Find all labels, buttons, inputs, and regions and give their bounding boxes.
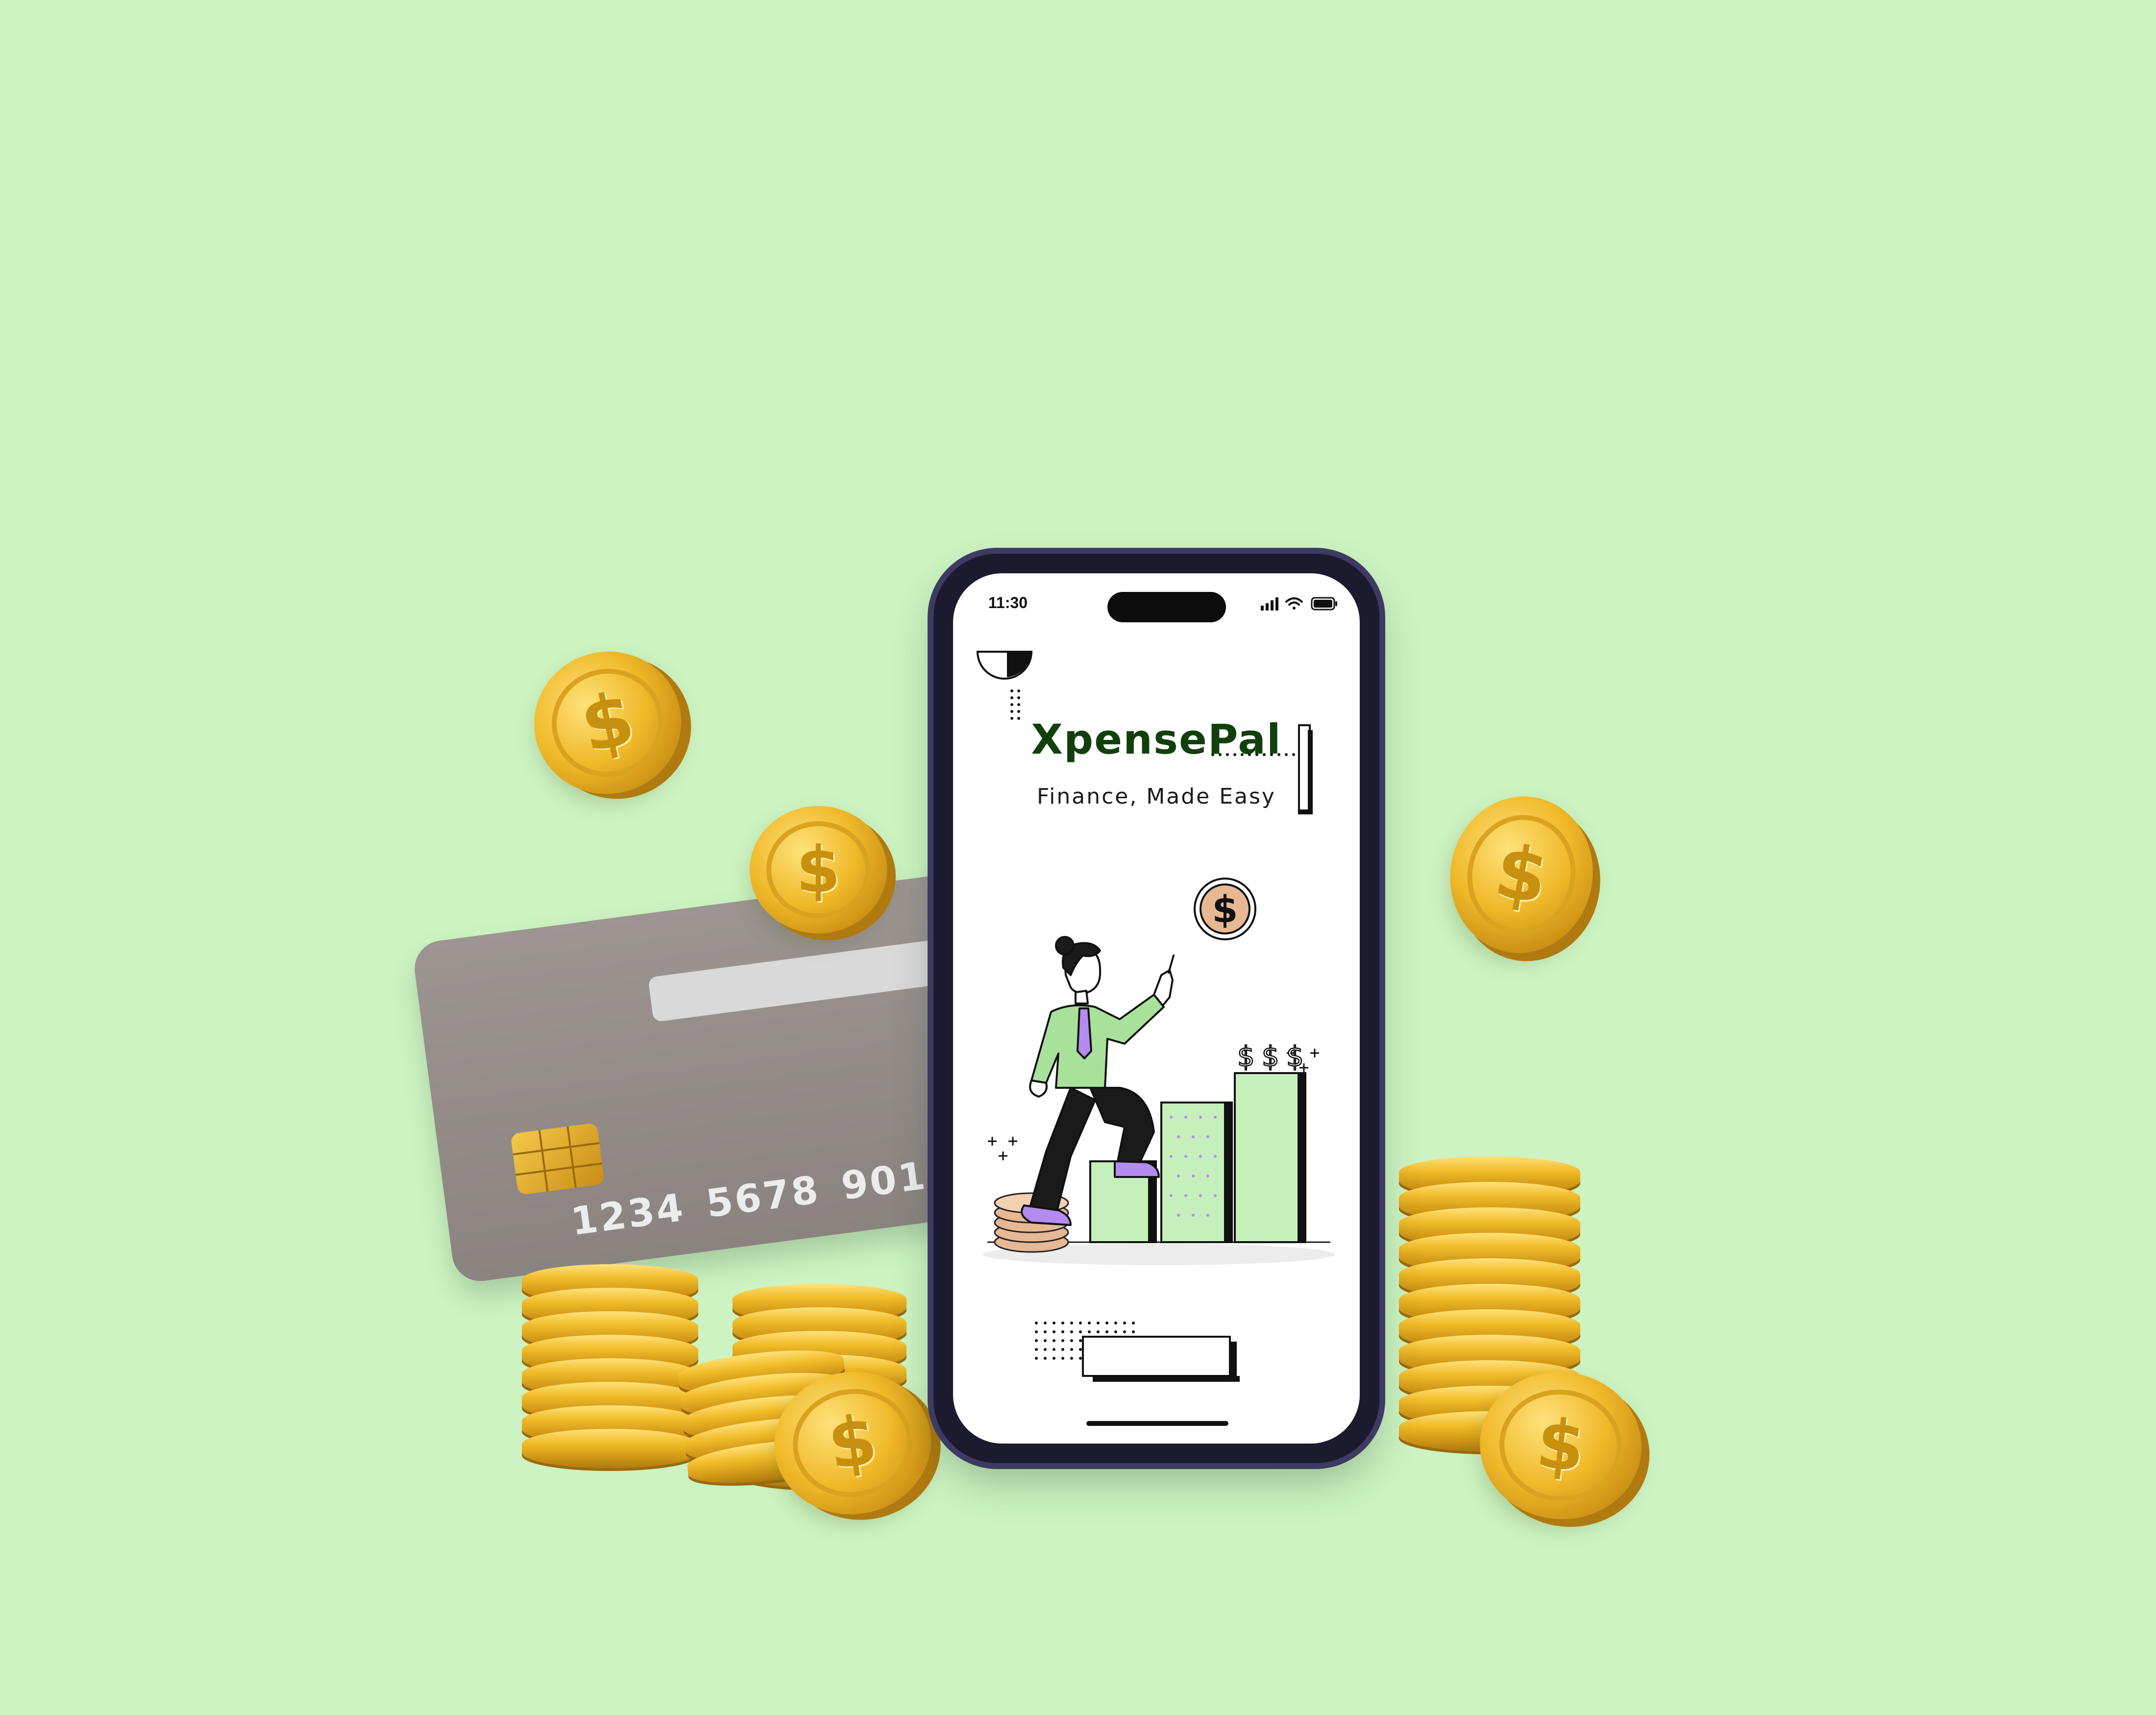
- dollar-icon: $: [1458, 807, 1585, 943]
- bar-dollar-signs: $ $ $: [1237, 1040, 1304, 1074]
- dollar-icon: $: [1286, 1041, 1304, 1073]
- phone-mockup: 11:30 XpensePal Finance, Made Easy $ $ $…: [933, 554, 1379, 1463]
- status-time: 11:30: [988, 594, 1028, 612]
- home-indicator[interactable]: [1086, 1421, 1228, 1426]
- coin-floating-behind-card: $: [750, 806, 887, 933]
- dollar-icon: $: [786, 1381, 919, 1505]
- decorative-bottom-box: [1035, 1322, 1240, 1382]
- status-icons: [1261, 597, 1337, 611]
- finance-growth-illustration: $ $ $ $: [982, 878, 1335, 1265]
- signal-icon: [1261, 597, 1278, 611]
- svg-text:$: $: [1212, 887, 1238, 931]
- credit-card: 1234 5678 9012 3456: [411, 871, 1093, 1285]
- dynamic-island: [1107, 592, 1226, 622]
- battery-icon: [1311, 597, 1337, 611]
- card-signature-stripe: [648, 939, 946, 1023]
- coin-floating-top-left: $: [521, 637, 694, 808]
- dollar-icon: $: [1237, 1041, 1255, 1073]
- dollar-icon: $: [541, 658, 674, 787]
- dollar-icon: $: [1494, 1383, 1628, 1508]
- dollar-icon: $: [766, 821, 871, 918]
- app-tagline: Finance, Made Easy: [1037, 784, 1276, 809]
- dollar-icon: $: [1262, 1041, 1279, 1073]
- coin-stack-left: [522, 1264, 698, 1475]
- dollar-coin-icon: $: [1194, 878, 1256, 940]
- card-chip: [510, 1123, 605, 1196]
- coin-floating-right: $: [1438, 785, 1605, 964]
- app-title: XpensePal: [1031, 715, 1282, 763]
- wifi-icon: [1285, 597, 1303, 610]
- phone-screen: 11:30 XpensePal Finance, Made Easy $ $ $…: [953, 573, 1360, 1444]
